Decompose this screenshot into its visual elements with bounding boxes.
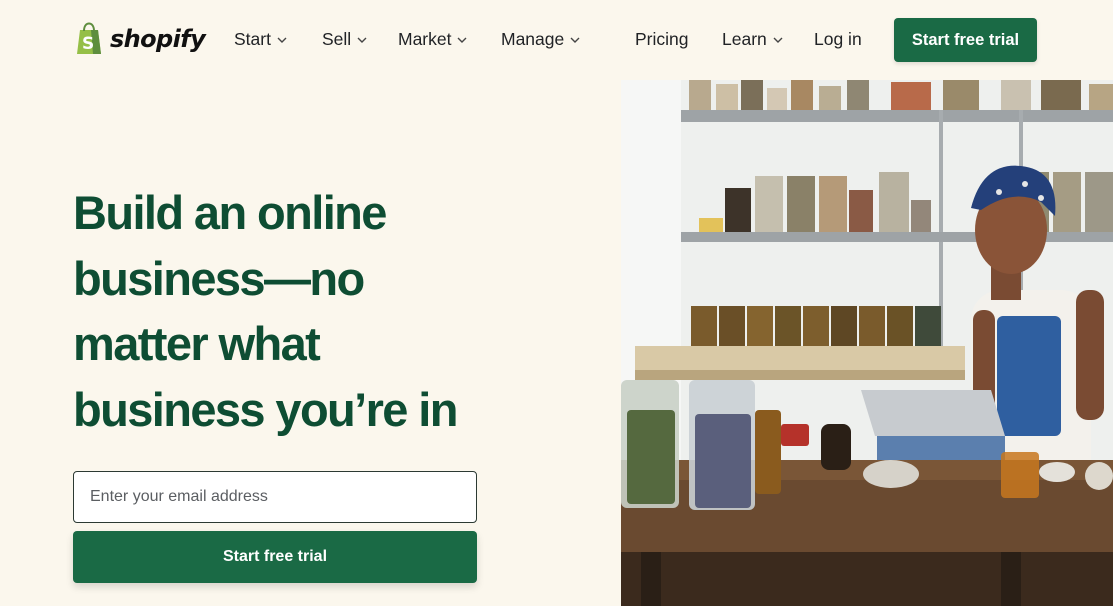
headline-line-3: matter what [73,317,321,370]
nav-start-label: Start [234,29,271,49]
chevron-down-icon [277,37,287,43]
lower-shelf-jars [691,306,941,346]
hero-headline: Build an online business—no matter what … [73,180,543,442]
nav-market[interactable]: Market [398,29,467,50]
nav-start[interactable]: Start [234,29,287,50]
header-start-free-trial-button[interactable]: Start free trial [894,18,1037,62]
email-input[interactable] [73,471,477,523]
headline-line-1: Build an online [73,186,387,239]
nav-learn-label: Learn [722,29,767,49]
nav-sell-label: Sell [322,29,352,49]
logo-wordmark: shopify [110,25,206,53]
headline-line-4: business you’re in [73,382,458,436]
site-header: S shopify Start Sell Market Manage Prici… [0,0,1113,80]
hero-start-free-trial-button[interactable]: Start free trial [73,531,477,583]
nav-learn[interactable]: Learn [722,29,783,50]
shopping-bag-icon: S [77,22,101,54]
shopify-logo[interactable]: S shopify [74,22,206,56]
chevron-down-icon [773,37,783,43]
nav-manage[interactable]: Manage [501,29,580,50]
nav-sell[interactable]: Sell [322,29,367,50]
svg-text:S: S [82,34,94,54]
nav-login[interactable]: Log in [814,29,862,50]
chevron-down-icon [570,37,580,43]
hero-photo [621,80,1113,606]
nav-manage-label: Manage [501,29,565,49]
nav-market-label: Market [398,29,452,49]
shop-owner-photo [621,80,1113,606]
nav-pricing[interactable]: Pricing [635,29,689,50]
shopify-landing-page: S shopify Start Sell Market Manage Prici… [0,0,1113,606]
chevron-down-icon [357,37,367,43]
headline-line-2: business—no [73,251,365,305]
nav-pricing-label: Pricing [635,29,689,49]
top-shelf-jars [689,80,1113,110]
chevron-down-icon [457,37,467,43]
nav-login-label: Log in [814,29,862,49]
